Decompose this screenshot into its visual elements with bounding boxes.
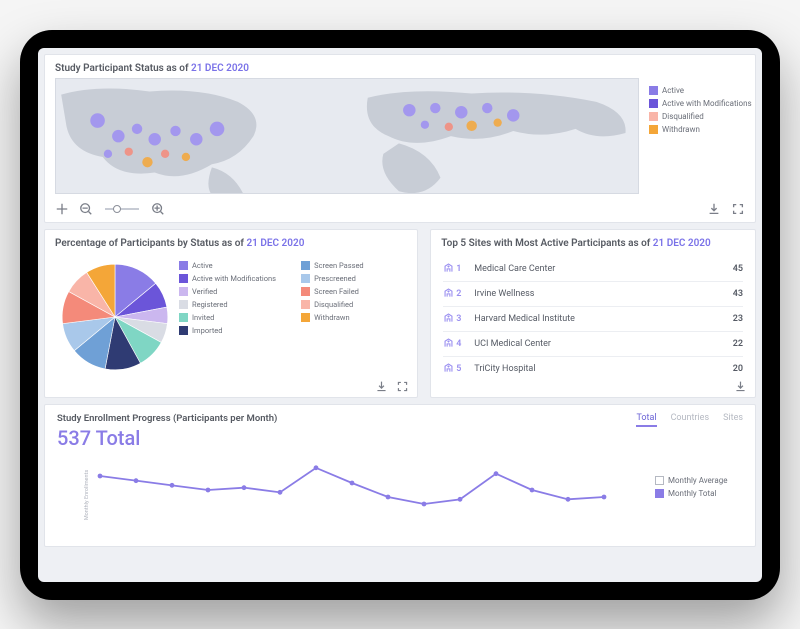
site-row[interactable]: 4 UCI Medical Center 22 [443,331,743,356]
legend-swatch [179,274,188,283]
sites-card: Top 5 Sites with Most Active Participant… [430,229,756,398]
line-tabs: Total Countries Sites [636,413,743,427]
reset-zoom-icon[interactable] [55,202,69,216]
download-icon[interactable] [707,202,721,216]
tablet-frame: Study Participant Status as of 21 DEC 20… [20,30,780,600]
line-title: Study Enrollment Progress (Participants … [57,413,277,424]
site-name: Medical Care Center [474,264,732,274]
site-count: 23 [733,314,743,324]
pie-legend-col2: Screen PassedPrescreenedScreen FailedDis… [297,257,411,377]
site-row[interactable]: 5 TriCity Hospital 20 [443,356,743,381]
map-title-prefix: Study Participant Status as of [55,63,189,74]
pie-title: Percentage of Participants by Status as … [45,230,417,253]
legend-swatch [179,261,188,270]
sites-title: Top 5 Sites with Most Active Participant… [431,230,755,253]
pie-card: Percentage of Participants by Status as … [44,229,418,398]
zoom-out-icon[interactable] [79,202,93,216]
svg-text:Monthly Enrollments: Monthly Enrollments [84,469,90,519]
site-count: 45 [733,264,743,274]
line-card: Study Enrollment Progress (Participants … [44,404,756,547]
site-count: 22 [733,339,743,349]
legend-swatch [179,313,188,322]
hospital-icon [443,337,454,351]
tab-countries[interactable]: Countries [671,413,710,427]
map-toolbar [45,198,755,222]
site-rank: 5 [456,364,466,374]
legend-swatch [301,274,310,283]
expand-icon[interactable] [731,202,745,216]
map-legend: Active Active with Modifications Disqual… [645,78,755,198]
world-map[interactable] [55,78,639,194]
legend-swatch [649,86,658,95]
site-name: Irvine Wellness [474,289,732,299]
download-icon[interactable] [375,380,388,393]
legend-swatch [179,300,188,309]
hospital-icon [443,362,454,376]
legend-swatch [301,261,310,270]
site-row[interactable]: 3 Harvard Medical Institute 23 [443,306,743,331]
hospital-icon [443,287,454,301]
tab-total[interactable]: Total [636,413,656,427]
legend-swatch [179,326,188,335]
map-card-title: Study Participant Status as of 21 DEC 20… [45,55,755,78]
site-name: Harvard Medical Institute [474,314,732,324]
legend-swatch [301,313,310,322]
site-name: UCI Medical Center [474,339,732,349]
pie-chart [55,257,175,377]
legend-swatch [301,287,310,296]
map-card: Study Participant Status as of 21 DEC 20… [44,54,756,223]
line-chart: Monthly Enrollments [53,450,651,540]
tab-sites[interactable]: Sites [723,413,743,427]
site-rank: 4 [456,339,466,349]
pie-legend-col1: ActiveActive with ModificationsVerifiedR… [175,257,289,377]
legend-swatch [655,476,664,485]
site-rank: 1 [456,264,466,274]
dashboard-screen: Study Participant Status as of 21 DEC 20… [38,48,762,582]
download-icon[interactable] [734,380,747,393]
line-legend: Monthly Average Monthly Total [651,450,751,540]
site-rank: 3 [456,314,466,324]
zoom-in-icon[interactable] [151,202,165,216]
hospital-icon [443,312,454,326]
legend-swatch [301,300,310,309]
site-count: 43 [733,289,743,299]
site-row[interactable]: 1 Medical Care Center 45 [443,257,743,281]
sites-list: 1 Medical Care Center 45 2 Irvine Wellne… [431,253,755,387]
site-row[interactable]: 2 Irvine Wellness 43 [443,281,743,306]
site-name: TriCity Hospital [474,364,732,374]
legend-swatch [649,125,658,134]
legend-swatch [179,287,188,296]
line-total: 537 Total [57,426,277,450]
zoom-slider[interactable] [103,208,141,210]
site-count: 20 [733,364,743,374]
legend-swatch [655,489,664,498]
expand-icon[interactable] [396,380,409,393]
site-rank: 2 [456,289,466,299]
map-asof-date: 21 DEC 2020 [191,63,249,74]
legend-swatch [649,112,658,121]
hospital-icon [443,262,454,276]
legend-swatch [649,99,658,108]
